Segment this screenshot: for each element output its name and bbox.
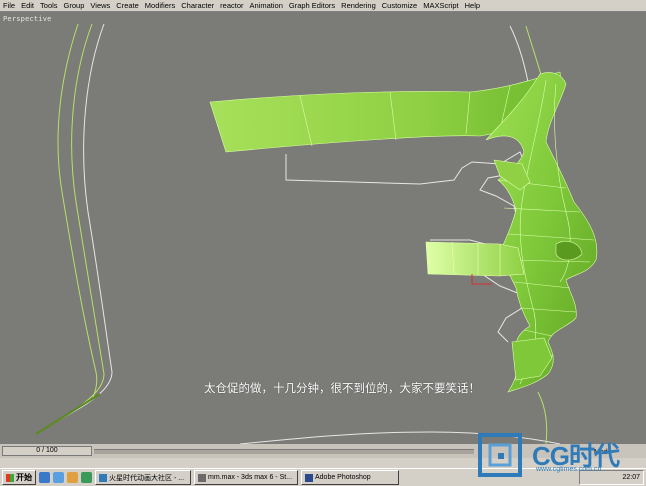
cgtimes-watermark: CG时代 www.cgtimes.com.cn <box>478 433 638 479</box>
menu-animation[interactable]: Animation <box>247 0 286 11</box>
lower-jaw-line <box>35 393 101 435</box>
menu-create[interactable]: Create <box>113 0 142 11</box>
menu-maxscript[interactable]: MAXScript <box>420 0 461 11</box>
watermark-url: www.cgtimes.com.cn <box>536 466 602 473</box>
perspective-viewport[interactable]: Perspective 太仓促的做，十几分钟，很不到位的，大家不要笑话！ <box>0 12 646 444</box>
windows-logo-icon <box>6 473 14 482</box>
menu-customize[interactable]: Customize <box>379 0 420 11</box>
caption-text: 太仓促的做，十几分钟，很不到位的，大家不要笑话！ <box>204 381 480 395</box>
forehead-outline-green <box>525 25 543 79</box>
max-icon <box>198 473 206 482</box>
head-profile-curve-inner <box>35 23 105 435</box>
task-label: Adobe Photoshop <box>315 474 371 481</box>
menu-tools[interactable]: Tools <box>37 0 61 11</box>
menu-reactor[interactable]: reactor <box>217 0 246 11</box>
menu-bar: File Edit Tools Group Views Create Modifiers Ch… <box>0 0 646 12</box>
menu-help[interactable]: Help <box>462 0 483 11</box>
start-label: 开始 <box>16 473 32 482</box>
forehead-outline <box>509 25 529 83</box>
task-button-photoshop[interactable]: Adobe Photoshop <box>301 470 399 485</box>
folder-icon[interactable] <box>81 472 92 483</box>
watermark-logo-icon <box>478 433 522 477</box>
frame-slider[interactable]: 0 / 100 <box>2 446 92 456</box>
task-label: 火星时代动画大社区 - ... <box>109 474 185 482</box>
menu-views[interactable]: Views <box>87 0 113 11</box>
ie-icon <box>99 473 107 482</box>
menu-graph-editors[interactable]: Graph Editors <box>286 0 338 11</box>
head-profile-curve-white <box>41 23 113 431</box>
menu-modifiers[interactable]: Modifiers <box>142 0 178 11</box>
media-icon[interactable] <box>67 472 78 483</box>
task-button-forum[interactable]: 火星时代动画大社区 - ... <box>95 470 191 485</box>
timeline-track[interactable] <box>94 449 474 454</box>
menu-edit[interactable]: Edit <box>18 0 37 11</box>
lower-cheek-strip <box>425 241 525 277</box>
menu-rendering[interactable]: Rendering <box>338 0 379 11</box>
start-button[interactable]: 开始 <box>2 470 36 485</box>
menu-group[interactable]: Group <box>61 0 88 11</box>
upper-cheek-strip <box>209 71 563 153</box>
task-button-3dsmax[interactable]: mm.max - 3ds max 6 - St... <box>194 470 298 485</box>
browser-icon[interactable] <box>39 472 50 483</box>
desktop-icon[interactable] <box>53 472 64 483</box>
menu-file[interactable]: File <box>0 0 18 11</box>
photoshop-icon <box>305 473 313 482</box>
menu-character[interactable]: Character <box>178 0 217 11</box>
task-label: mm.max - 3ds max 6 - St... <box>208 474 293 481</box>
